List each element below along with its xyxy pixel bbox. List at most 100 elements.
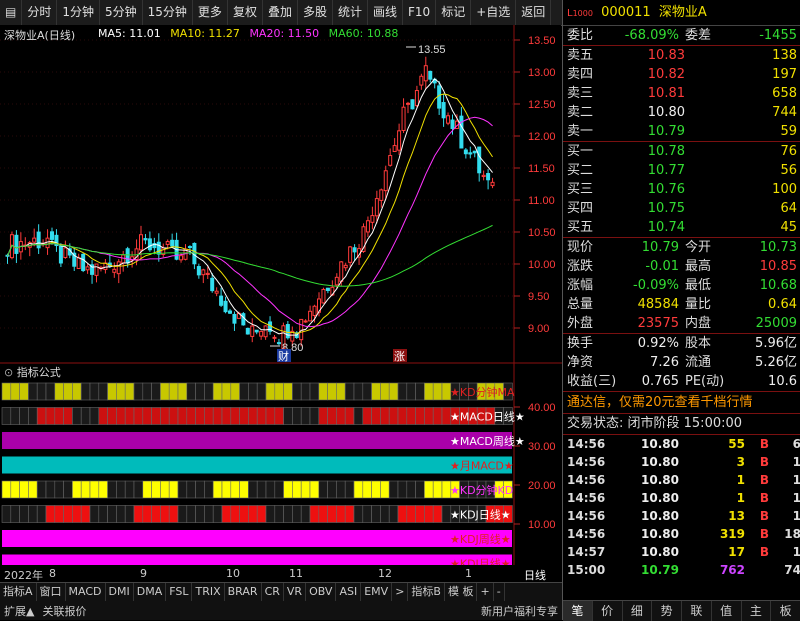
tick-time: 15:00 bbox=[567, 563, 606, 577]
ma5-label: MA5: 11.01 bbox=[98, 27, 161, 40]
indicator-band-label: ★MACD日线★ bbox=[450, 410, 525, 424]
toolbar-btn-intraday[interactable]: 分时 bbox=[22, 0, 58, 25]
tab-dma[interactable]: DMA bbox=[134, 583, 167, 601]
indicator-band-cell bbox=[221, 505, 232, 523]
bid-row[interactable]: 买一 10.78 76 bbox=[563, 142, 800, 161]
tab-more-arrow[interactable]: > bbox=[392, 583, 409, 601]
toolbar-btn-mark[interactable]: 标记 bbox=[436, 0, 472, 25]
ask-row[interactable]: 卖一 10.79 59 bbox=[563, 122, 800, 141]
quote-tab[interactable]: 值 bbox=[712, 601, 742, 621]
indicator-band-cell bbox=[80, 382, 91, 401]
ask-row[interactable]: 卖四 10.82 197 bbox=[563, 65, 800, 84]
tab-emv[interactable]: EMV bbox=[361, 583, 393, 601]
indicator-band-cell bbox=[98, 505, 108, 523]
expand-button[interactable]: 扩展▲ bbox=[0, 603, 38, 619]
ask-row[interactable]: 卖三 10.81 658 bbox=[563, 84, 800, 103]
quote-tab[interactable]: 联 bbox=[682, 601, 712, 621]
toolbar-btn-15min[interactable]: 15分钟 bbox=[143, 0, 193, 25]
toolbar-btn-back[interactable]: 返回 bbox=[516, 0, 552, 25]
stat-value: 25009 bbox=[755, 316, 797, 331]
tick-volume: 17 bbox=[728, 545, 745, 559]
indicator-band-cell bbox=[45, 505, 56, 523]
indicator-band-cell bbox=[248, 407, 258, 425]
indicator-header-label: 指标公式 bbox=[16, 366, 61, 379]
candle-body bbox=[125, 248, 130, 264]
candle-body bbox=[468, 152, 473, 155]
candle-body bbox=[397, 130, 402, 151]
tab-cr[interactable]: CR bbox=[262, 583, 284, 601]
bid-row[interactable]: 买三 10.76 100 bbox=[563, 180, 800, 199]
quote-tab[interactable]: 价 bbox=[593, 601, 623, 621]
tab-add[interactable]: + bbox=[477, 583, 494, 601]
indicator-band-cell bbox=[151, 505, 161, 523]
tick-row: 14:57 10.80 17 B 1 bbox=[563, 543, 800, 561]
promo-banner[interactable]: 通达信，仅需20元查看千档行情 bbox=[563, 391, 800, 413]
new-user-promo[interactable]: 新用户福利专享 bbox=[477, 603, 562, 619]
indicator-band-cell bbox=[274, 505, 284, 523]
quote-tab[interactable]: 势 bbox=[652, 601, 682, 621]
indicator-header[interactable]: ⊙ 指标公式 bbox=[4, 364, 61, 380]
tab-asi[interactable]: ASI bbox=[336, 583, 362, 601]
toolbar-btn-5min[interactable]: 5分钟 bbox=[100, 0, 143, 25]
toolbar-btn-overlay[interactable]: 叠加 bbox=[263, 0, 298, 25]
indicator-band-cell bbox=[292, 382, 302, 401]
tab-macd[interactable]: MACD bbox=[66, 583, 106, 601]
stat-value: 10.73 bbox=[759, 240, 797, 255]
tab-trix[interactable]: TRIX bbox=[192, 583, 225, 601]
quote-tab[interactable]: 板 bbox=[771, 601, 800, 621]
tab-obv[interactable]: OBV bbox=[306, 583, 337, 601]
stat-label: 今开 bbox=[685, 240, 712, 255]
toolbar-btn-multi[interactable]: 多股 bbox=[298, 0, 333, 25]
bid-volume: 64 bbox=[780, 201, 797, 216]
ask-row[interactable]: 卖二 10.80 744 bbox=[563, 103, 800, 122]
indicator-band-cell bbox=[406, 505, 416, 523]
collapse-icon[interactable]: ⊙ bbox=[4, 366, 13, 379]
indicator-band-cell bbox=[380, 382, 390, 401]
tick-direction: B bbox=[759, 473, 769, 487]
toolbar-btn-1min[interactable]: 1分钟 bbox=[57, 0, 100, 25]
quote-tab[interactable]: 细 bbox=[623, 601, 653, 621]
candle-body bbox=[303, 320, 308, 323]
tab-template[interactable]: 模 板 bbox=[445, 583, 478, 601]
ask-row[interactable]: 卖五 10.83 138 bbox=[563, 46, 800, 65]
candle-body bbox=[406, 102, 410, 105]
bid-row[interactable]: 买四 10.75 64 bbox=[563, 199, 800, 218]
kline-chart-svg[interactable]: 13.50 13.00 12.50 12.00 11.50 11.00 10.50 10.00… bbox=[0, 25, 562, 565]
candle-body bbox=[143, 238, 148, 241]
bid-row[interactable]: 买二 10.77 56 bbox=[563, 161, 800, 180]
period-label[interactable]: 日线 bbox=[524, 567, 546, 583]
toolbar-btn-draw[interactable]: 画线 bbox=[368, 0, 404, 25]
indicator-tick-label: 20.00 bbox=[528, 480, 556, 492]
toolbar-btn-stats[interactable]: 统计 bbox=[333, 0, 368, 25]
tab-indicator-a[interactable]: 指标A bbox=[0, 583, 37, 601]
candle-body bbox=[450, 119, 455, 129]
toolbar-btn-f10[interactable]: F10 bbox=[403, 0, 437, 25]
kline-chart-area[interactable]: 13.50 13.00 12.50 12.00 11.50 11.00 10.50 10.00… bbox=[0, 25, 562, 565]
tab-window[interactable]: 窗口 bbox=[37, 583, 66, 601]
tab-remove[interactable]: - bbox=[494, 583, 505, 601]
indicator-band-cell bbox=[406, 480, 416, 499]
level-badge: L bbox=[567, 8, 573, 19]
indicator-band-cell bbox=[318, 480, 328, 499]
tab-vr[interactable]: VR bbox=[284, 583, 307, 601]
tick-row: 14:56 10.80 319 B 18 bbox=[563, 525, 800, 543]
tab-brar[interactable]: BRAR bbox=[225, 583, 262, 601]
indicator-band-cell bbox=[248, 505, 258, 523]
tab-dmi[interactable]: DMI bbox=[106, 583, 134, 601]
bid-row[interactable]: 买五 10.74 45 bbox=[563, 218, 800, 237]
quote-tab[interactable]: 笔 bbox=[563, 601, 593, 621]
indicator-band-cell bbox=[327, 382, 337, 401]
tick-list[interactable]: 14:56 10.80 55 B 6 14:56 10.80 3 B 1 14:56 10.80 1 B 1… bbox=[563, 434, 800, 579]
indicator-band-cell bbox=[116, 480, 126, 499]
tab-fsl[interactable]: FSL bbox=[166, 583, 193, 601]
related-quote-button[interactable]: 关联报价 bbox=[38, 603, 90, 619]
menu-icon[interactable]: ▤ bbox=[0, 0, 23, 25]
tick-row: 14:56 10.80 13 B 1 bbox=[563, 507, 800, 525]
toolbar-btn-more[interactable]: 更多 bbox=[193, 0, 228, 25]
indicator-band-cell bbox=[248, 480, 258, 499]
toolbar-btn-add-fav[interactable]: +自选 bbox=[471, 0, 517, 25]
indicator-band-cell bbox=[63, 382, 73, 401]
toolbar-btn-adjust[interactable]: 复权 bbox=[228, 0, 263, 25]
tab-indicator-b[interactable]: 指标B bbox=[408, 583, 445, 601]
quote-tab[interactable]: 主 bbox=[742, 601, 772, 621]
